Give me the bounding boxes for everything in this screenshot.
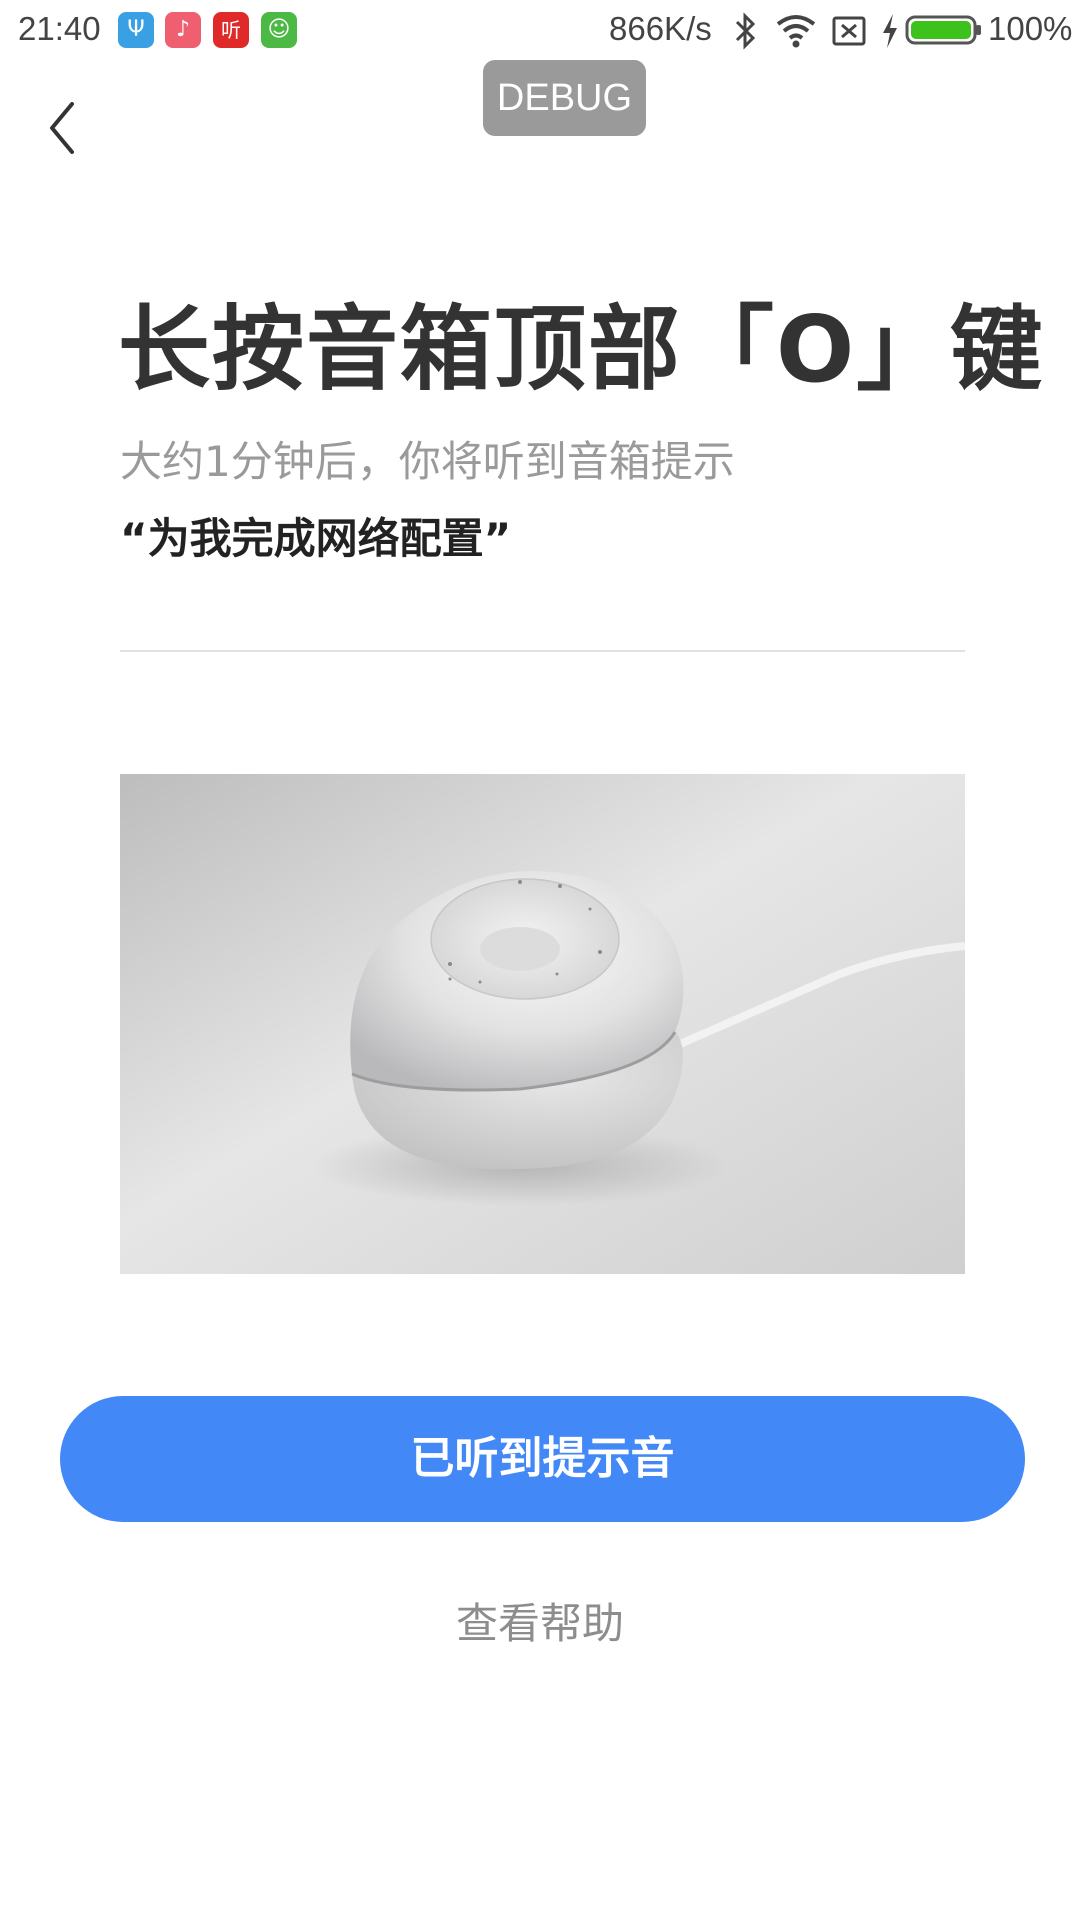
status-bar: 21:40 Ψ ♪ 听 ☺ 866K/s 100% — [0, 0, 1080, 62]
help-link[interactable]: 查看帮助 — [0, 1590, 1080, 1651]
battery-percent: 100% — [988, 10, 1073, 47]
bluetooth-icon — [735, 12, 756, 50]
heard-prompt-button[interactable]: 已听到提示音 — [60, 1396, 1025, 1522]
listen-app-icon: 听 — [213, 12, 249, 48]
chevron-left-icon — [50, 102, 74, 154]
speaker-image — [120, 774, 965, 1274]
instruction-subtitle: 大约1分钟后，你将听到音箱提示 — [120, 437, 735, 486]
divider — [120, 650, 965, 652]
battery-icon — [905, 15, 981, 45]
status-time: 21:40 — [18, 10, 101, 47]
charging-icon — [883, 14, 897, 48]
prompt-quote: “为我完成网络配置” — [120, 514, 512, 563]
page-title: 长按音箱顶部「O」键 — [118, 296, 1045, 403]
network-speed: 866K/s — [609, 10, 712, 47]
debug-badge: DEBUG — [483, 60, 646, 136]
usb-icon: Ψ — [118, 12, 154, 48]
no-sim-icon — [832, 16, 866, 46]
back-button[interactable] — [40, 96, 90, 160]
cat-app-icon: ☺ — [261, 12, 297, 48]
music-app-icon: ♪ — [165, 12, 201, 48]
wifi-icon — [776, 15, 816, 48]
